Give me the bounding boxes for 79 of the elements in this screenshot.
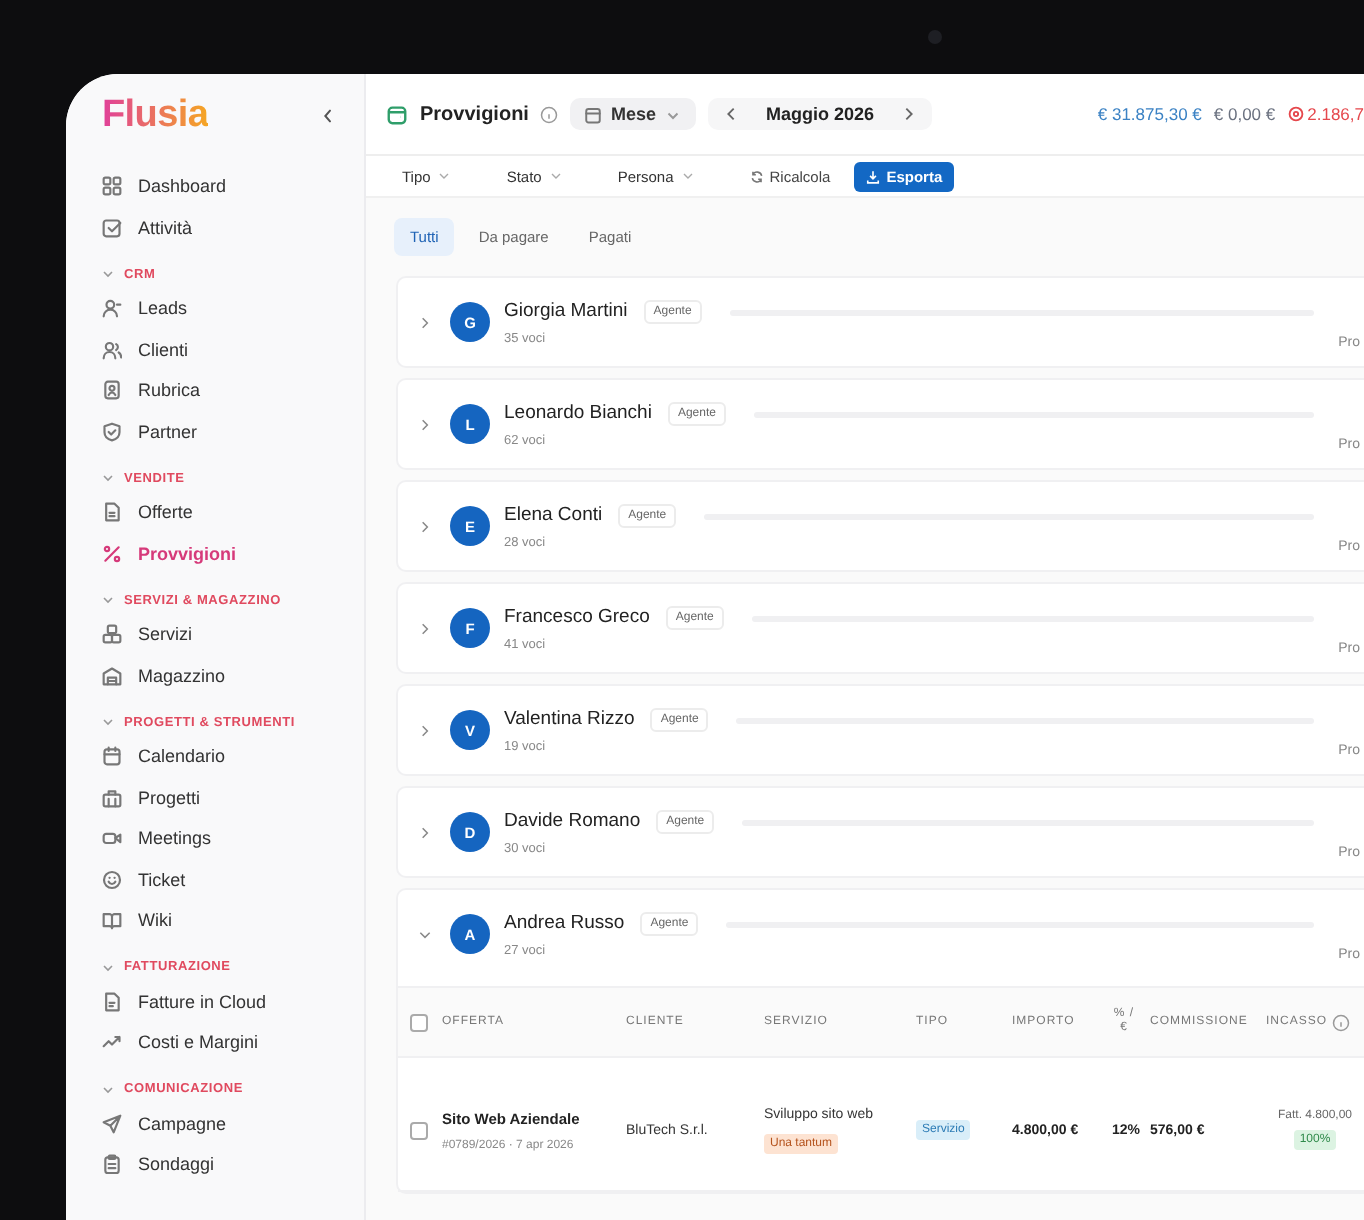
chevron-down-icon[interactable] [418, 927, 432, 941]
nav-item[interactable]: Servizi [66, 614, 364, 655]
nav-item[interactable]: Progetti [66, 777, 364, 818]
calendar-icon [102, 746, 122, 767]
chevron-down-icon [102, 1083, 114, 1095]
row-checkbox[interactable] [410, 1121, 428, 1139]
nav-item[interactable]: Fatture in Cloud [66, 981, 364, 1022]
chevron-right-icon[interactable] [418, 519, 432, 533]
document-icon [102, 502, 122, 523]
chevron-down-icon [102, 268, 114, 280]
refresh-icon [749, 169, 764, 183]
checkbox-icon [102, 217, 122, 238]
nav-item[interactable]: Leads [66, 288, 364, 329]
month-label: Maggio 2026 [765, 104, 874, 124]
chevron-right-icon[interactable] [418, 825, 432, 839]
nav-item[interactable]: Meetings [66, 818, 364, 859]
alert-circle-icon [1287, 106, 1304, 122]
nav-item[interactable]: Magazzino [66, 655, 364, 696]
agent-name: Leonardo Bianchi [504, 402, 652, 424]
info-icon [1331, 1013, 1350, 1031]
total-amount: 2.186,7 [1307, 104, 1364, 124]
nav-item[interactable]: Ticket [66, 859, 364, 900]
nav-item[interactable]: Provvigioni [66, 533, 364, 574]
nav-item[interactable]: Sondaggi [66, 1144, 364, 1185]
nav-item[interactable]: Wiki [66, 900, 364, 941]
download-icon [866, 169, 881, 183]
document-icon [102, 991, 122, 1012]
previous-chevron-icon[interactable] [723, 106, 738, 122]
page-title: Provvigioni [420, 103, 529, 125]
clipboard-icon [102, 1154, 122, 1175]
caret-icon [438, 170, 451, 182]
chevron-right-icon[interactable] [418, 723, 432, 737]
boxes-icon [102, 624, 122, 645]
nav-item[interactable]: Clienti [66, 329, 364, 370]
agent-name: Elena Conti [504, 504, 603, 526]
nav-item[interactable]: Rubrica [66, 370, 364, 411]
chevron-right-icon[interactable] [418, 621, 432, 635]
address-book-icon [102, 380, 122, 401]
agent-name: Francesco Greco [504, 606, 650, 628]
caret-icon [549, 170, 562, 182]
chevron-down-icon [102, 961, 114, 973]
agent-name: Giorgia Martini [504, 300, 628, 322]
shield-icon [102, 421, 122, 442]
calendar-icon [584, 105, 603, 123]
caret-icon [681, 170, 694, 182]
chevron-right-icon[interactable] [418, 315, 432, 329]
grid-icon [102, 176, 122, 197]
nav-item[interactable]: Costi e Margini [66, 1022, 364, 1063]
nav-item[interactable]: Attività [66, 207, 364, 248]
briefcase-icon [102, 787, 122, 808]
nav-item[interactable]: Dashboard [66, 166, 364, 207]
select-all-checkbox[interactable] [410, 1013, 428, 1031]
percent-icon [102, 543, 122, 564]
video-camera-icon [102, 828, 122, 849]
info-icon[interactable] [540, 105, 559, 123]
chevron-down-icon [102, 472, 114, 484]
nav-item[interactable]: Campagne [66, 1103, 364, 1144]
agent-name: Valentina Rizzo [504, 708, 635, 730]
chevron-down-icon [102, 594, 114, 606]
next-chevron-icon[interactable] [902, 106, 916, 122]
nav-item[interactable]: Calendario [66, 736, 364, 777]
open-book-icon [102, 910, 122, 931]
users-icon [102, 339, 122, 360]
collapse-chevron-icon[interactable] [320, 108, 336, 124]
agent-name: Andrea Russo [504, 912, 625, 934]
agent-name: Davide Romano [504, 810, 641, 832]
chevron-down-icon [102, 716, 114, 728]
total-amount: € 0,00 € [1213, 104, 1276, 124]
nav-item[interactable]: Partner [66, 411, 364, 452]
trend-icon [102, 1032, 122, 1053]
send-icon [102, 1113, 122, 1134]
warehouse-icon [102, 665, 122, 686]
smiley-icon [102, 869, 122, 890]
user-icon [102, 298, 122, 319]
nav-item[interactable]: Offerte [66, 492, 364, 533]
period-dropdown[interactable]: Mese [570, 98, 696, 130]
wallet-icon [386, 103, 408, 125]
total-amount: € 31.875,30 € [1097, 104, 1202, 124]
chevron-right-icon[interactable] [418, 417, 432, 431]
